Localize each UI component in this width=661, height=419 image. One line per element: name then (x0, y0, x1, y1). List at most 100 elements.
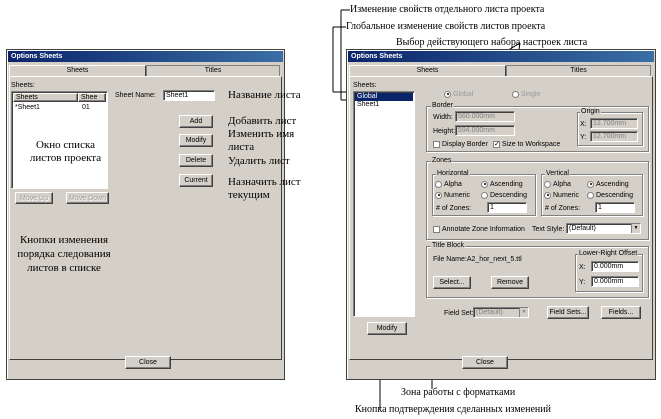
horizontal-group-label: Horizontal (436, 170, 470, 178)
annotation-list-window: Окно списка листов проекта (29, 139, 102, 164)
annotation-confirm: Кнопка подтверждения сделанных изменений (355, 404, 551, 415)
right-sheets-list[interactable]: Global Sheet1 (353, 91, 415, 317)
field-set-value: (Default) (476, 309, 503, 316)
h-zones-input[interactable]: 1 (487, 202, 527, 213)
right-window-title: Options Sheets (348, 51, 654, 62)
left-window-title: Options Sheets (8, 51, 283, 62)
origin-group-label: Origin (580, 108, 601, 116)
h-descending-dot (481, 191, 488, 199)
delete-button[interactable]: Delete (179, 154, 213, 167)
scope-global-label: Global (453, 91, 474, 98)
origin-x-label: X: (580, 121, 587, 128)
modify-button[interactable]: Modify (179, 134, 213, 147)
h-alpha-radio[interactable]: Alpha (435, 180, 462, 189)
move-up-button[interactable]: Move Up (15, 192, 53, 204)
v-alpha-label: Alpha (553, 181, 571, 188)
left-tab-titles[interactable]: Titles (146, 65, 280, 76)
size-to-workspace-label: Size to Workspace (502, 141, 561, 148)
h-descending-label: Descending (490, 192, 527, 199)
v-alpha-dot (544, 180, 551, 188)
annotation-rename: Изменить имя листа (228, 128, 295, 153)
sheet-name-input[interactable]: Sheet1 (163, 90, 215, 101)
right-close-button[interactable]: Close (462, 356, 508, 369)
text-style-value: (Default) (569, 225, 596, 232)
h-zones-label: # of Zones: (436, 205, 472, 212)
v-ascending-dot (587, 180, 594, 188)
h-descending-radio[interactable]: Descending (481, 191, 527, 200)
v-numeric-label: Numeric (553, 192, 580, 199)
border-height-label: Height: (433, 128, 456, 135)
fields-button[interactable]: Fields... (601, 306, 641, 319)
origin-y-label: Y: (580, 134, 587, 141)
list-row-number[interactable]: 01 (82, 103, 90, 112)
v-alpha-radio[interactable]: Alpha (544, 180, 571, 189)
border-height-input[interactable]: 594.000mm (455, 125, 515, 136)
list-header-sheets[interactable]: Sheets (13, 93, 78, 102)
offset-y-label: Y: (579, 279, 586, 286)
v-numeric-radio[interactable]: Numeric (544, 191, 579, 200)
offset-x-input[interactable]: 0.000mm (591, 261, 639, 272)
origin-y-input[interactable]: 12.700mm (590, 131, 638, 142)
text-style-select[interactable]: (Default) ▼ (566, 223, 641, 234)
v-ascending-radio[interactable]: Ascending (587, 180, 629, 189)
file-name-text: File Name:A2_hor_next_5.ttl (433, 256, 522, 263)
v-descending-dot (587, 191, 594, 199)
current-button[interactable]: Current (179, 174, 213, 187)
v-zones-input[interactable]: 1 (595, 202, 635, 213)
annotation-title-block-zone: Зона работы с форматками (401, 387, 516, 398)
annotate-zone-label: Annotate Zone Information (442, 226, 525, 233)
scope-single-radio[interactable]: Single (512, 90, 540, 99)
h-ascending-dot (481, 180, 488, 188)
offset-group-label: Lower-Right Offset (578, 250, 639, 258)
right-tab-titles[interactable]: Titles (506, 65, 651, 76)
title-block-label: Title Block (431, 242, 466, 250)
offset-x-label: X: (579, 264, 586, 271)
field-set-label: Field Set: (444, 310, 474, 317)
list-row-name[interactable]: *Sheet1 (15, 103, 40, 112)
h-ascending-label: Ascending (490, 181, 523, 188)
text-style-label: Text Style: (532, 226, 565, 233)
origin-x-input[interactable]: 12.700mm (590, 118, 638, 129)
h-numeric-label: Numeric (444, 192, 471, 199)
list-item-sheet1[interactable]: Sheet1 (355, 101, 413, 109)
remove-button[interactable]: Remove (491, 276, 529, 289)
list-item-global[interactable]: Global (355, 93, 413, 101)
left-tab-sheets[interactable]: Sheets (9, 65, 146, 76)
h-ascending-radio[interactable]: Ascending (481, 180, 523, 189)
field-set-select[interactable]: (Default) ▼ (473, 307, 529, 318)
offset-y-input[interactable]: 0.000mm (591, 276, 639, 287)
v-zones-label: # of Zones: (545, 205, 581, 212)
move-down-button[interactable]: Move Down (66, 192, 109, 204)
list-header-number[interactable]: Shee (78, 93, 106, 102)
add-button[interactable]: Add (179, 115, 213, 128)
v-descending-radio[interactable]: Descending (587, 191, 633, 200)
border-width-input[interactable]: 560.000mm (455, 111, 515, 122)
sheet-name-label: Sheet Name: (115, 92, 156, 99)
annotation-sheet-name: Название листа (228, 89, 301, 101)
annotation-current: Назначить лист текущим (228, 176, 301, 201)
scope-global-radio[interactable]: Global (444, 90, 473, 99)
h-numeric-radio[interactable]: Numeric (435, 191, 470, 200)
annotation-settings-set: Выбор действующего набора настроек листа (396, 37, 588, 48)
right-modify-button[interactable]: Modify (367, 322, 407, 335)
annotate-zone-check (433, 225, 440, 233)
annotation-add: Добавить лист (228, 115, 297, 127)
field-sets-button[interactable]: Field Sets... (547, 306, 589, 319)
right-sheets-label: Sheets: (353, 82, 377, 89)
size-to-workspace-check: ✓ (493, 140, 500, 148)
right-options-window: Options Sheets Sheets Titles Sheets: Glo… (346, 49, 656, 380)
annotate-zone-checkbox[interactable]: Annotate Zone Information (433, 225, 525, 234)
v-descending-label: Descending (596, 192, 633, 199)
left-close-button[interactable]: Close (125, 356, 171, 369)
annotation-reorder: Кнопки изменения порядка следования лист… (17, 234, 111, 274)
left-sheets-label: Sheets: (11, 82, 35, 89)
size-to-workspace-checkbox[interactable]: ✓ Size to Workspace (493, 140, 560, 149)
right-tab-sheets[interactable]: Sheets (349, 65, 506, 76)
chevron-down-icon: ▼ (631, 224, 640, 233)
list-header: Sheets Shee (13, 93, 106, 102)
v-numeric-dot (544, 191, 551, 199)
annotation-single-sheet: Изменение свойств отдельного листа проек… (350, 4, 545, 15)
display-border-checkbox[interactable]: Display Border (433, 140, 488, 149)
select-button[interactable]: Select... (433, 276, 471, 289)
h-alpha-dot (435, 180, 442, 188)
